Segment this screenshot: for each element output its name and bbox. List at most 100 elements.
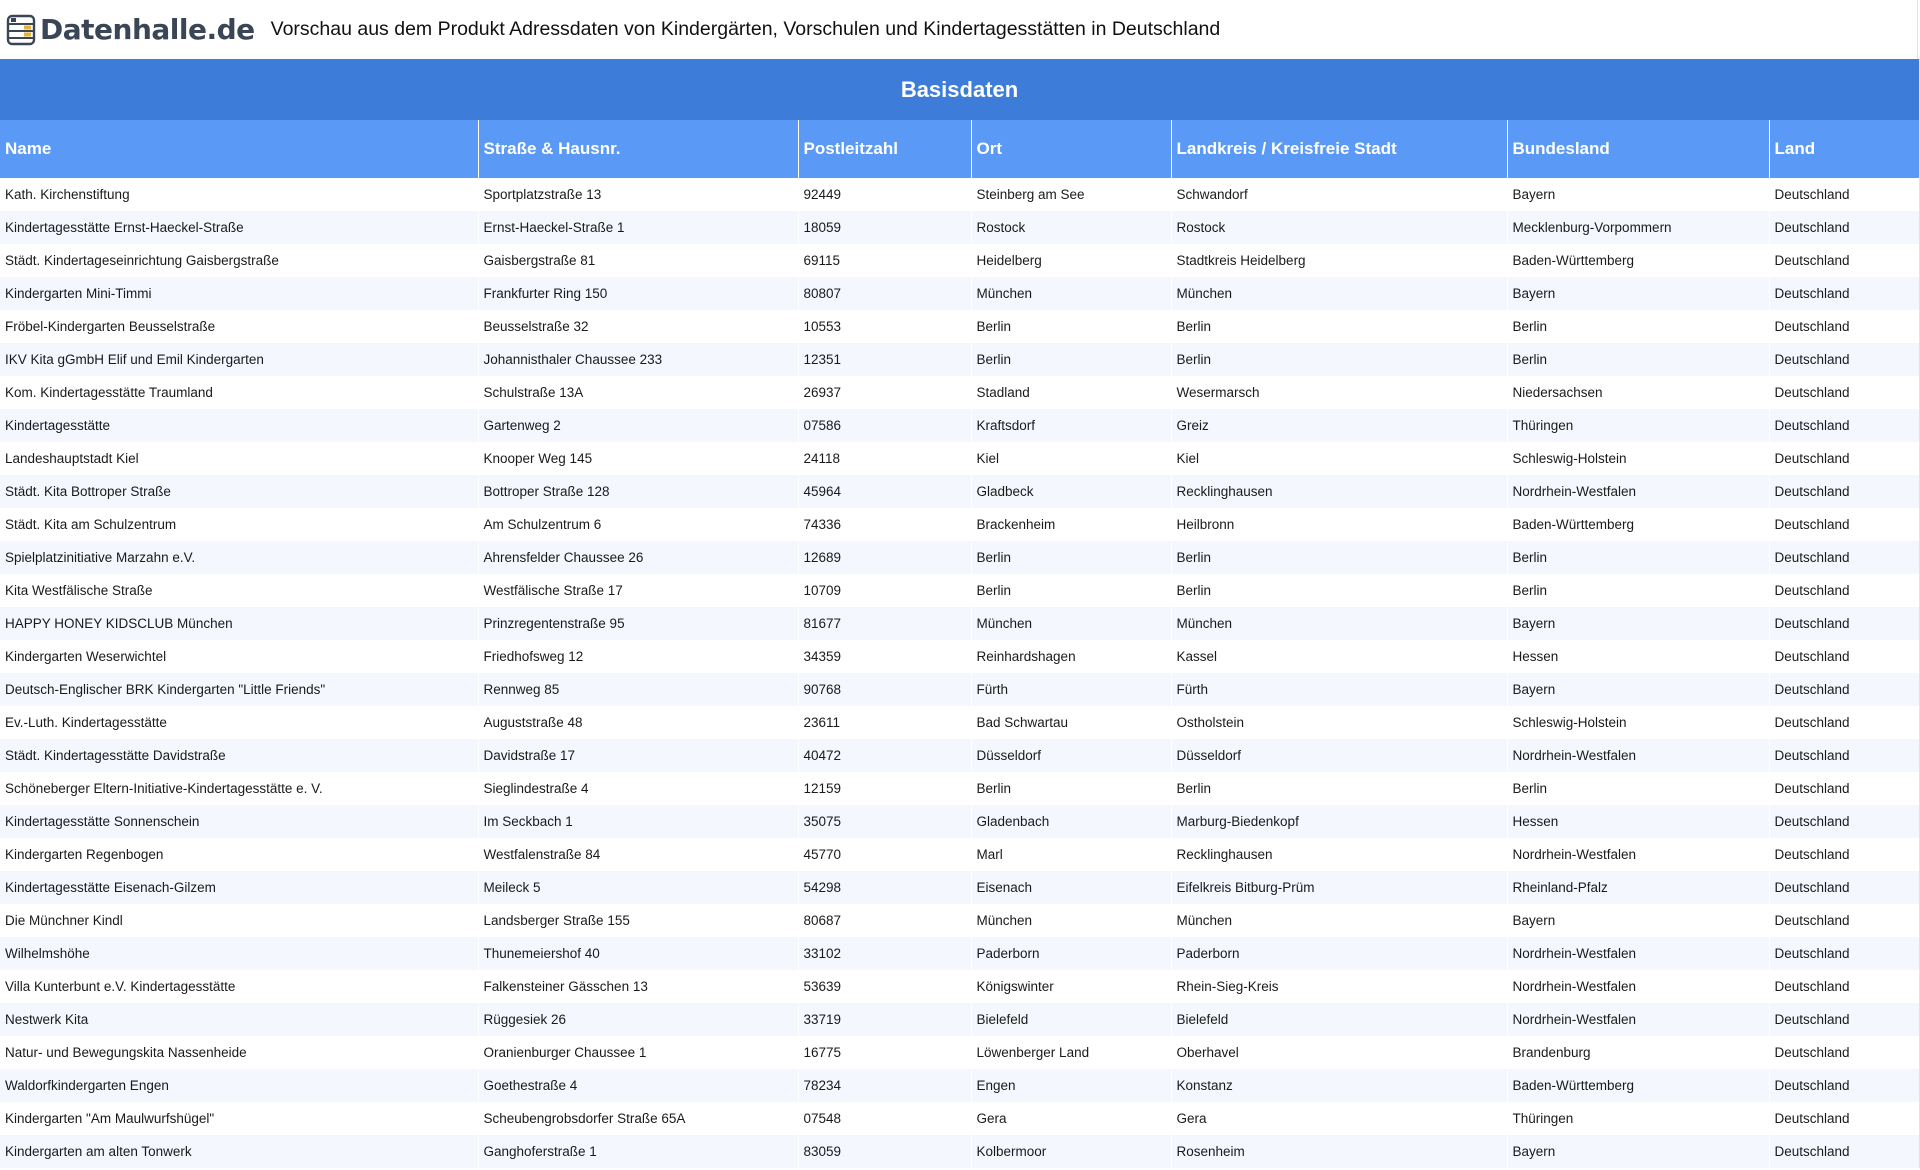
column-header: Straße & Hausnr. <box>478 120 799 178</box>
table-cell: Kindertagesstätte Sonnenschein <box>0 805 479 838</box>
table-cell: Knooper Weg 145 <box>478 442 799 475</box>
table-cell: 78234 <box>798 1069 972 1102</box>
table-cell: Deutschland <box>1769 838 1920 871</box>
table-cell: Westfälische Straße 17 <box>478 574 799 607</box>
table-cell: Deutschland <box>1769 508 1920 541</box>
table-cell: Deutschland <box>1769 1036 1920 1069</box>
table-row: Spielplatzinitiative Marzahn e.V. Ahrensf… <box>0 541 1920 574</box>
table-cell: Berlin <box>971 343 1172 376</box>
table-cell: Düsseldorf <box>1171 739 1508 772</box>
table-cell: 35075 <box>798 805 972 838</box>
section-title: Basisdaten <box>0 59 1920 120</box>
table-cell: Berlin <box>971 574 1172 607</box>
table-row: Kom. Kindertagesstätte Traumland Schulstr… <box>0 376 1920 409</box>
table-cell: Engen <box>971 1069 1172 1102</box>
table-cell: Rhein-Sieg-Kreis <box>1171 970 1508 1003</box>
column-header: Bundesland <box>1507 120 1770 178</box>
table-cell: Schwandorf <box>1171 178 1508 211</box>
table-cell: 45770 <box>798 838 972 871</box>
site-logo[interactable]: Datenhalle.de <box>6 13 255 47</box>
table-cell: Deutschland <box>1769 1135 1920 1168</box>
table-cell: Scheubengrobsdorfer Straße 65A <box>478 1102 799 1135</box>
table-cell: Falkensteiner Gässchen 13 <box>478 970 799 1003</box>
table-cell: Rostock <box>971 211 1172 244</box>
top-bar: Datenhalle.de Vorschau aus dem Produkt A… <box>0 0 1918 59</box>
table-cell: Deutschland <box>1769 706 1920 739</box>
table-cell: Berlin <box>1171 574 1508 607</box>
table-cell: Deutschland <box>1769 640 1920 673</box>
table-cell: Deutschland <box>1769 739 1920 772</box>
table-cell: Nordrhein-Westfalen <box>1507 970 1770 1003</box>
column-header: Landkreis / Kreisfreie Stadt <box>1171 120 1508 178</box>
table-cell: 34359 <box>798 640 972 673</box>
table-cell: Baden-Württemberg <box>1507 244 1770 277</box>
page-title: Vorschau aus dem Produkt Adressdaten von… <box>270 18 1221 40</box>
table-cell: Städt. Kita Bottroper Straße <box>0 475 479 508</box>
table-cell: Rosenheim <box>1171 1135 1508 1168</box>
table-cell: Deutschland <box>1769 1102 1920 1135</box>
table-cell: Bayern <box>1507 904 1770 937</box>
table-cell: Deutschland <box>1769 475 1920 508</box>
table-cell: HAPPY HONEY KIDSCLUB München <box>0 607 479 640</box>
table-cell: Die Münchner Kindl <box>0 904 479 937</box>
table-row: Deutsch-Englischer BRK Kindergarten "Lit… <box>0 673 1920 706</box>
table-cell: Deutschland <box>1769 871 1920 904</box>
table-cell: Konstanz <box>1171 1069 1508 1102</box>
table-cell: Bayern <box>1507 607 1770 640</box>
table-cell: Rüggesiek 26 <box>478 1003 799 1036</box>
table-cell: Deutschland <box>1769 970 1920 1003</box>
table-cell: 90768 <box>798 673 972 706</box>
table-cell: Steinberg am See <box>971 178 1172 211</box>
table-cell: Kath. Kirchenstiftung <box>0 178 479 211</box>
table-row: Die Münchner Kindl Landsberger Straße 155… <box>0 904 1920 937</box>
table-row: Kath. Kirchenstiftung Sportplatzstraße 13… <box>0 178 1920 211</box>
table-row: Nestwerk Kita Rüggesiek 26 33719 Bielefeld B… <box>0 1003 1920 1036</box>
table-row: IKV Kita gGmbH Elif und Emil Kindergarte… <box>0 343 1920 376</box>
table-cell: Bad Schwartau <box>971 706 1172 739</box>
table-cell: München <box>1171 904 1508 937</box>
table-cell: 12351 <box>798 343 972 376</box>
table-cell: Schöneberger Eltern-Initiative-Kindertag… <box>0 772 479 805</box>
table-cell: Königswinter <box>971 970 1172 1003</box>
table-cell: Berlin <box>1507 574 1770 607</box>
table-cell: Schulstraße 13A <box>478 376 799 409</box>
table-cell: Marl <box>971 838 1172 871</box>
logo-text: Datenhalle.de <box>40 13 255 46</box>
table-cell: Kindertagesstätte Ernst-Haeckel-Straße <box>0 211 479 244</box>
table-cell: Paderborn <box>971 937 1172 970</box>
table-cell: Kom. Kindertagesstätte Traumland <box>0 376 479 409</box>
table-cell: Deutschland <box>1769 244 1920 277</box>
table-cell: Bayern <box>1507 277 1770 310</box>
preview-table: Basisdaten Name Straße & Hausnr. Postleitz… <box>0 59 1920 1168</box>
table-cell: Deutschland <box>1769 904 1920 937</box>
table-cell: Kassel <box>1171 640 1508 673</box>
table-cell: Deutschland <box>1769 673 1920 706</box>
table-cell: Berlin <box>1507 541 1770 574</box>
database-icon <box>6 14 36 45</box>
table-cell: Deutschland <box>1769 607 1920 640</box>
table-cell: Landsberger Straße 155 <box>478 904 799 937</box>
table-cell: Westfalenstraße 84 <box>478 838 799 871</box>
table-cell: Städt. Kindertagesstätte Davidstraße <box>0 739 479 772</box>
table-cell: Löwenberger Land <box>971 1036 1172 1069</box>
table-row: Kindertagesstätte Ernst-Haeckel-Straße Er… <box>0 211 1920 244</box>
table-cell: Deutschland <box>1769 277 1920 310</box>
table-cell: Kita Westfälische Straße <box>0 574 479 607</box>
table-cell: Düsseldorf <box>971 739 1172 772</box>
table-cell: 54298 <box>798 871 972 904</box>
table-cell: Deutschland <box>1769 805 1920 838</box>
table-row: HAPPY HONEY KIDSCLUB München Prinzregente… <box>0 607 1920 640</box>
table-cell: Gartenweg 2 <box>478 409 799 442</box>
table-cell: Hessen <box>1507 640 1770 673</box>
table-cell: Ganghoferstraße 1 <box>478 1135 799 1168</box>
table-row: Kindergarten Regenbogen Westfalenstraße 8… <box>0 838 1920 871</box>
table-cell: Nordrhein-Westfalen <box>1507 475 1770 508</box>
table-cell: Ahrensfelder Chaussee 26 <box>478 541 799 574</box>
table-cell: Bottroper Straße 128 <box>478 475 799 508</box>
page: Datenhalle.de Vorschau aus dem Produkt A… <box>0 0 1920 1170</box>
table-row: Natur- und Bewegungskita Nassenheide Oran… <box>0 1036 1920 1069</box>
table-cell: München <box>1171 607 1508 640</box>
table-cell: Stadtkreis Heidelberg <box>1171 244 1508 277</box>
table-cell: IKV Kita gGmbH Elif und Emil Kindergarte… <box>0 343 479 376</box>
column-header: Land <box>1769 120 1920 178</box>
